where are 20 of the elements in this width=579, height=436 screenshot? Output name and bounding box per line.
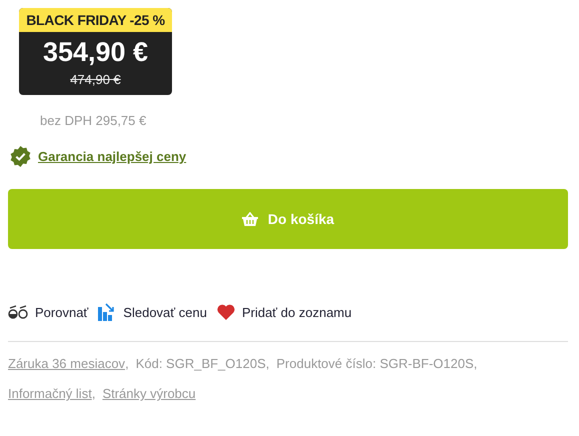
compare-link[interactable]: Porovnať xyxy=(8,304,88,320)
product-info: Kód: SGR_BF_O120S, xyxy=(136,355,270,373)
chart-arrow-icon xyxy=(98,303,116,321)
info-link[interactable]: Záruka 36 mesiacov xyxy=(8,355,126,373)
product-info: , xyxy=(125,355,129,373)
product-info: Produktové číslo: SGR-BF-O120S, xyxy=(276,355,478,373)
scales-icon xyxy=(8,305,28,319)
old-price: 474,90 € xyxy=(70,72,121,87)
heart-icon xyxy=(216,304,235,320)
price: 354,90 € xyxy=(42,36,150,69)
info-link[interactable]: Stránky výrobcu xyxy=(102,385,196,403)
badge-check-icon xyxy=(10,146,31,167)
info-link[interactable]: Informačný list xyxy=(8,385,92,403)
product-info: , xyxy=(92,385,96,403)
watch-link[interactable]: Sledovať cenu xyxy=(98,303,207,321)
wishlist-link[interactable]: Pridať do zoznamu xyxy=(216,304,352,320)
price-without-vat: bez DPH 295,75 € xyxy=(40,113,146,128)
basket-icon xyxy=(242,212,258,226)
discount-badge: BLACK FRIDAY -25 % xyxy=(19,8,172,32)
guarantee-link[interactable]: Garancia najlepšej ceny xyxy=(38,149,186,164)
